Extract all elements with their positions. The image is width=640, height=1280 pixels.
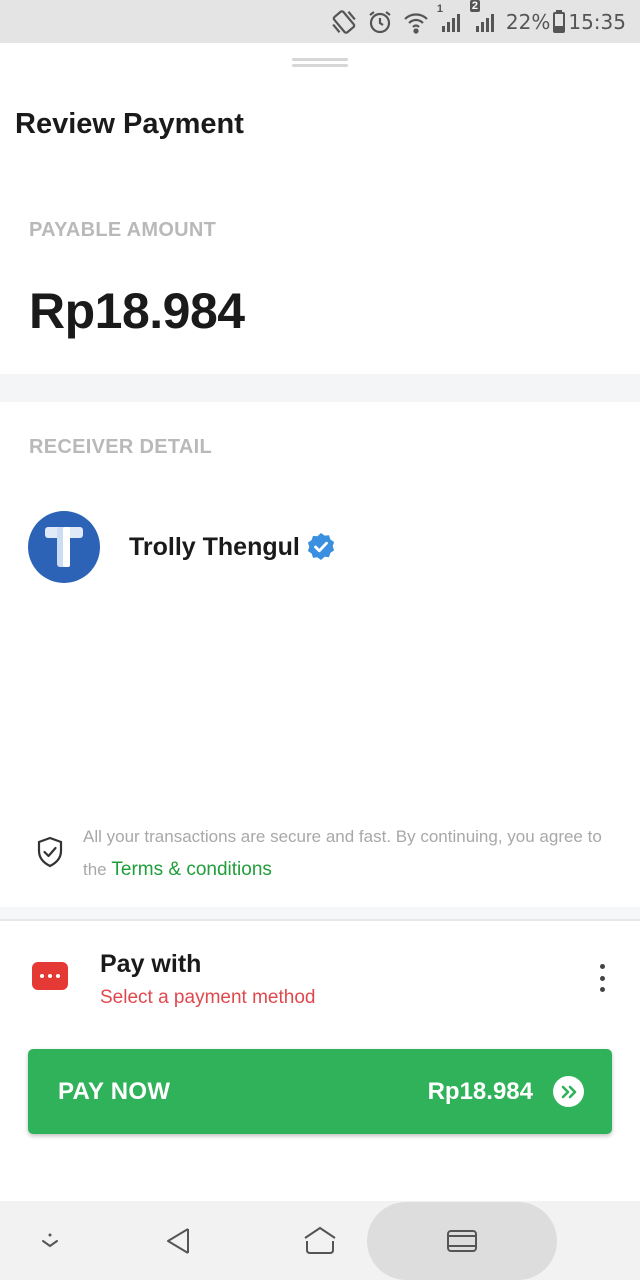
clock: 15:35: [568, 9, 626, 34]
receiver-row: Trolly Thengul: [28, 511, 336, 583]
system-nav-bar: [0, 1201, 640, 1280]
recents-icon: [447, 1229, 477, 1252]
double-chevron-right-icon: [553, 1076, 584, 1107]
payment-method-selector[interactable]: Pay with Select a payment method: [32, 946, 612, 1016]
sim2-label: 2: [469, 0, 481, 12]
section-divider: [0, 374, 640, 402]
dots-icon: [32, 962, 68, 990]
payable-amount: Rp18.984: [29, 283, 245, 339]
sim1-label: 1: [436, 2, 444, 15]
recents-button[interactable]: [440, 1201, 484, 1280]
back-icon: [167, 1227, 189, 1254]
battery-icon: [552, 9, 566, 34]
more-options-button[interactable]: [592, 964, 612, 992]
home-icon: [304, 1226, 336, 1254]
shield-check-icon: [36, 836, 64, 886]
receiver-name: Trolly Thengul: [129, 532, 300, 561]
pay-now-amount: Rp18.984: [427, 1077, 533, 1105]
hide-keyboard-icon: [42, 1233, 58, 1247]
signal-sim1-icon: 1: [437, 3, 464, 35]
sheet-drag-handle[interactable]: [292, 58, 348, 67]
battery-percent: 22%: [505, 9, 551, 34]
avatar: [28, 511, 100, 583]
home-button[interactable]: [298, 1201, 342, 1280]
verified-badge-icon: [306, 532, 336, 562]
wifi-icon: [402, 8, 430, 36]
status-bar: 1 2 22% 15:35: [0, 0, 640, 43]
pay-with-title: Pay with: [100, 950, 202, 978]
receiver-detail-label: RECEIVER DETAIL: [29, 436, 213, 458]
pay-now-button[interactable]: PAY NOW Rp18.984: [28, 1049, 612, 1134]
page-title: Review Payment: [15, 108, 244, 140]
pay-now-label: PAY NOW: [58, 1077, 171, 1105]
alarm-icon: [366, 8, 394, 36]
select-payment-method-text: Select a payment method: [100, 987, 316, 1008]
bottom-panel-divider: [0, 907, 640, 921]
secure-transaction-note: All your transactions are secure and fas…: [36, 820, 616, 886]
terms-conditions-link[interactable]: Terms & conditions: [111, 859, 272, 880]
back-button[interactable]: [156, 1201, 200, 1280]
merchant-logo-icon: [45, 527, 83, 567]
vibrate-icon: [330, 8, 358, 36]
signal-sim2-icon: 2: [469, 0, 498, 35]
hide-keyboard-button[interactable]: [28, 1201, 72, 1280]
payable-amount-label: PAYABLE AMOUNT: [29, 219, 217, 241]
